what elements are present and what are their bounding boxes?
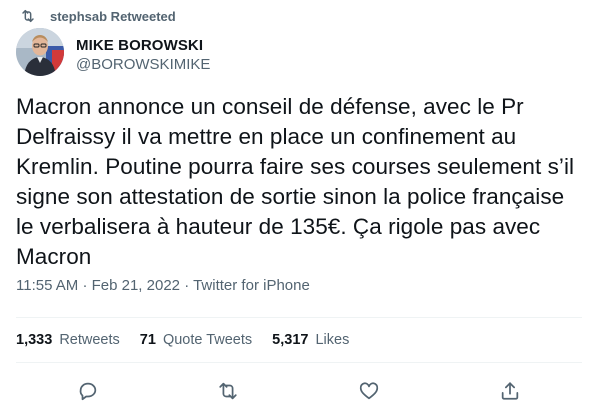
author-block: MIKE BOROWSKI @BOROWSKIMIKE <box>16 28 210 76</box>
heart-icon <box>359 382 379 400</box>
retweet-small-icon <box>22 9 34 23</box>
likes-count: 5,317 <box>272 332 309 348</box>
tweet-meta: 11:55 AM · Feb 21, 2022 · Twitter for iP… <box>16 277 310 294</box>
action-bar <box>0 374 598 408</box>
reply-button[interactable] <box>75 378 101 404</box>
tweet-date[interactable]: Feb 21, 2022 <box>92 277 180 294</box>
quote-tweets-count: 71 <box>139 332 156 348</box>
retweet-icon <box>219 382 237 400</box>
tweet-text: Macron annonce un conseil de défense, av… <box>16 94 575 269</box>
retweet-context[interactable]: stephsab Retweeted <box>16 8 176 24</box>
divider <box>16 317 582 318</box>
tweet-card: stephsab Retweeted MIKE BOROWSKI @BOROWS… <box>0 0 598 413</box>
share-icon <box>501 382 519 400</box>
meta-separator: · <box>82 277 88 294</box>
retweets-count: 1,333 <box>16 332 53 348</box>
retweet-context-label: stephsab Retweeted <box>50 8 176 24</box>
retweets-label: Retweets <box>59 332 120 348</box>
divider <box>16 362 582 363</box>
quote-tweets-stat[interactable]: 71 Quote Tweets <box>140 332 252 348</box>
tweet-time[interactable]: 11:55 AM <box>16 277 78 294</box>
like-button[interactable] <box>356 378 382 404</box>
author-handle[interactable]: @BOROWSKIMIKE <box>76 56 210 74</box>
likes-label: Likes <box>315 332 350 348</box>
quote-tweets-label: Quote Tweets <box>162 332 253 348</box>
meta-separator: · <box>184 277 190 294</box>
retweets-stat[interactable]: 1,333 Retweets <box>16 332 120 348</box>
tweet-source: Twitter for iPhone <box>193 277 310 294</box>
avatar[interactable] <box>16 28 64 76</box>
retweet-button[interactable] <box>215 378 241 404</box>
likes-stat[interactable]: 5,317 Likes <box>272 332 349 348</box>
author-display-name[interactable]: MIKE BOROWSKI <box>76 37 210 55</box>
reply-icon <box>79 382 97 401</box>
engagement-stats: 1,333 Retweets 71 Quote Tweets 5,317 Lik… <box>16 332 369 348</box>
share-button[interactable] <box>497 378 523 404</box>
avatar-image <box>16 28 64 76</box>
